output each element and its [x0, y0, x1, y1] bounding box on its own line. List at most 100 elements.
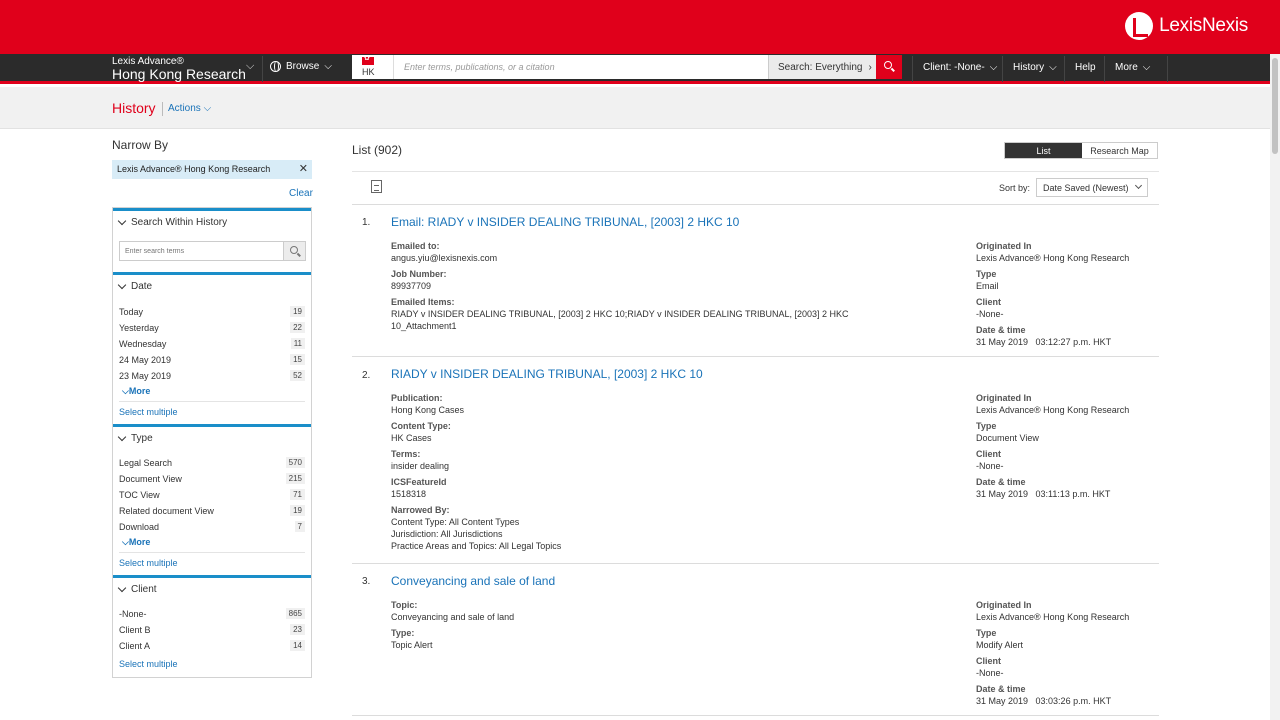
field-label: Topic:: [391, 600, 418, 610]
field-value: 31 May 2019 03:11:13 p.m. HKT: [976, 489, 1111, 499]
filter-panel: Search Within History Date Today 19 Yeste…: [112, 207, 312, 678]
field-label: Client: [976, 449, 1002, 459]
filter-option[interactable]: Wednesday 11: [119, 336, 305, 352]
item-title-link[interactable]: Email: RIADY v INSIDER DEALING TRIBUNAL,…: [391, 215, 739, 229]
field-value: RIADY v INSIDER DEALING TRIBUNAL, [2003]…: [391, 309, 849, 319]
field-value: -None-: [976, 309, 1004, 319]
client-menu[interactable]: Client: -None- ⌵: [923, 62, 997, 73]
option-count: 7: [294, 521, 305, 532]
nav-divider: [1167, 56, 1168, 82]
field-value: HK Cases: [391, 433, 432, 443]
option-count: 14: [290, 640, 305, 651]
list-view-button[interactable]: List: [1005, 143, 1082, 158]
filter-option[interactable]: Yesterday 22: [119, 320, 305, 336]
main-navbar: Lexis Advance® Hong Kong Research ⌵ Brow…: [0, 54, 1280, 84]
sort-value: Date Saved (Newest): [1043, 183, 1129, 193]
chevron-down-icon: ⌵: [1142, 62, 1151, 73]
field-label: Client: [976, 297, 1002, 307]
chevron-down-icon[interactable]: ⌵: [246, 60, 254, 73]
field-value: Conveyancing and sale of land: [391, 612, 515, 622]
option-label: -None-: [119, 609, 147, 619]
nav-divider: [1002, 56, 1003, 82]
option-label: Related document View: [119, 506, 214, 516]
scrollbar-thumb[interactable]: [1272, 58, 1278, 154]
clear-filters-link[interactable]: Clear: [289, 188, 313, 199]
filter-option[interactable]: Related document View 19: [119, 503, 305, 519]
option-label: 23 May 2019: [119, 371, 172, 381]
section-label: Client: [131, 584, 157, 595]
filter-option[interactable]: 24 May 2019 15: [119, 352, 305, 368]
select-multiple-link[interactable]: Select multiple: [119, 659, 178, 669]
export-icon[interactable]: [371, 180, 382, 193]
option-label: Download: [119, 522, 160, 532]
filter-option[interactable]: TOC View 71: [119, 487, 305, 503]
close-icon[interactable]: ✕: [299, 160, 308, 179]
filter-option[interactable]: Download 7: [119, 519, 305, 535]
filter-option[interactable]: Today 19: [119, 304, 305, 320]
option-label: 24 May 2019: [119, 355, 172, 365]
show-more-link[interactable]: ⌵More: [122, 537, 150, 548]
search-input[interactable]: [394, 55, 768, 79]
filter-option[interactable]: -None- 865: [119, 606, 305, 622]
nav-divider: [262, 56, 263, 82]
field-value: Email: [976, 281, 999, 291]
option-count: 23: [290, 624, 305, 635]
field-label: Job Number:: [391, 269, 447, 279]
page-title: History: [112, 100, 156, 116]
page-scrollbar[interactable]: [1270, 54, 1280, 720]
date-toggle[interactable]: Date: [117, 280, 152, 292]
search-button[interactable]: [876, 55, 902, 79]
client-toggle[interactable]: Client: [117, 583, 157, 595]
filter-option[interactable]: Client B 23: [119, 622, 305, 638]
lexisnexis-logo[interactable]: LexisNexis: [1125, 12, 1248, 40]
filter-option[interactable]: Document View 215: [119, 471, 305, 487]
type-toggle[interactable]: Type: [117, 432, 153, 444]
field-label: ICSFeatureId: [391, 477, 447, 487]
search-within-box: [119, 241, 306, 261]
history-menu[interactable]: History ⌵: [1013, 62, 1057, 73]
field-value: insider dealing: [391, 461, 450, 471]
field-label: Originated In: [976, 600, 1032, 610]
chevron-down-icon: [117, 216, 127, 226]
sort-dropdown[interactable]: Date Saved (Newest): [1036, 178, 1148, 197]
option-label: Client B: [119, 625, 151, 635]
help-link[interactable]: Help: [1075, 62, 1096, 73]
more-label: More: [128, 386, 151, 396]
search-within-button[interactable]: [283, 242, 305, 260]
list-count-title: List (902): [352, 143, 403, 157]
item-title-link[interactable]: RIADY v INSIDER DEALING TRIBUNAL, [2003]…: [391, 367, 703, 381]
search-icon: [290, 246, 298, 254]
browse-label: Browse: [286, 61, 320, 72]
more-menu[interactable]: More ⌵: [1115, 62, 1150, 73]
item-title-link[interactable]: Conveyancing and sale of land: [391, 574, 555, 588]
logo-text: LexisNexis: [1159, 15, 1248, 36]
filter-option[interactable]: 23 May 2019 52: [119, 368, 305, 384]
research-map-button[interactable]: Research Map: [1082, 143, 1157, 158]
field-label: Date & time: [976, 684, 1026, 694]
option-count: 11: [290, 338, 305, 349]
item-number: 2.: [362, 370, 371, 381]
divider: [119, 401, 305, 402]
filter-option[interactable]: Client A 14: [119, 638, 305, 654]
option-count: 22: [290, 322, 305, 333]
select-multiple-link[interactable]: Select multiple: [119, 407, 178, 417]
chevron-down-icon: ⌵: [203, 103, 212, 114]
search-within-toggle[interactable]: Search Within History: [117, 216, 227, 228]
field-value: Lexis Advance® Hong Kong Research: [976, 612, 1130, 622]
jurisdiction-selector[interactable]: HK: [352, 54, 394, 79]
browse-menu[interactable]: Browse ⌵: [270, 61, 332, 72]
product-switcher[interactable]: Lexis Advance® Hong Kong Research: [112, 56, 246, 82]
item-divider: [352, 204, 1159, 205]
actions-menu[interactable]: Actions ⌵: [168, 103, 211, 114]
field-value: 1518318: [391, 489, 427, 499]
active-filter-chip: Lexis Advance® Hong Kong Research ✕: [112, 160, 312, 179]
search-scope-dropdown[interactable]: Search: Everything ›: [768, 55, 876, 79]
field-label: Originated In: [976, 241, 1032, 251]
search-within-input[interactable]: [120, 242, 283, 260]
select-multiple-link[interactable]: Select multiple: [119, 558, 178, 568]
filter-option[interactable]: Legal Search 570: [119, 455, 305, 471]
show-more-link[interactable]: ⌵More: [122, 386, 150, 397]
field-value: -None-: [976, 461, 1004, 471]
option-label: Yesterday: [119, 323, 159, 333]
more-label: More: [128, 537, 151, 547]
